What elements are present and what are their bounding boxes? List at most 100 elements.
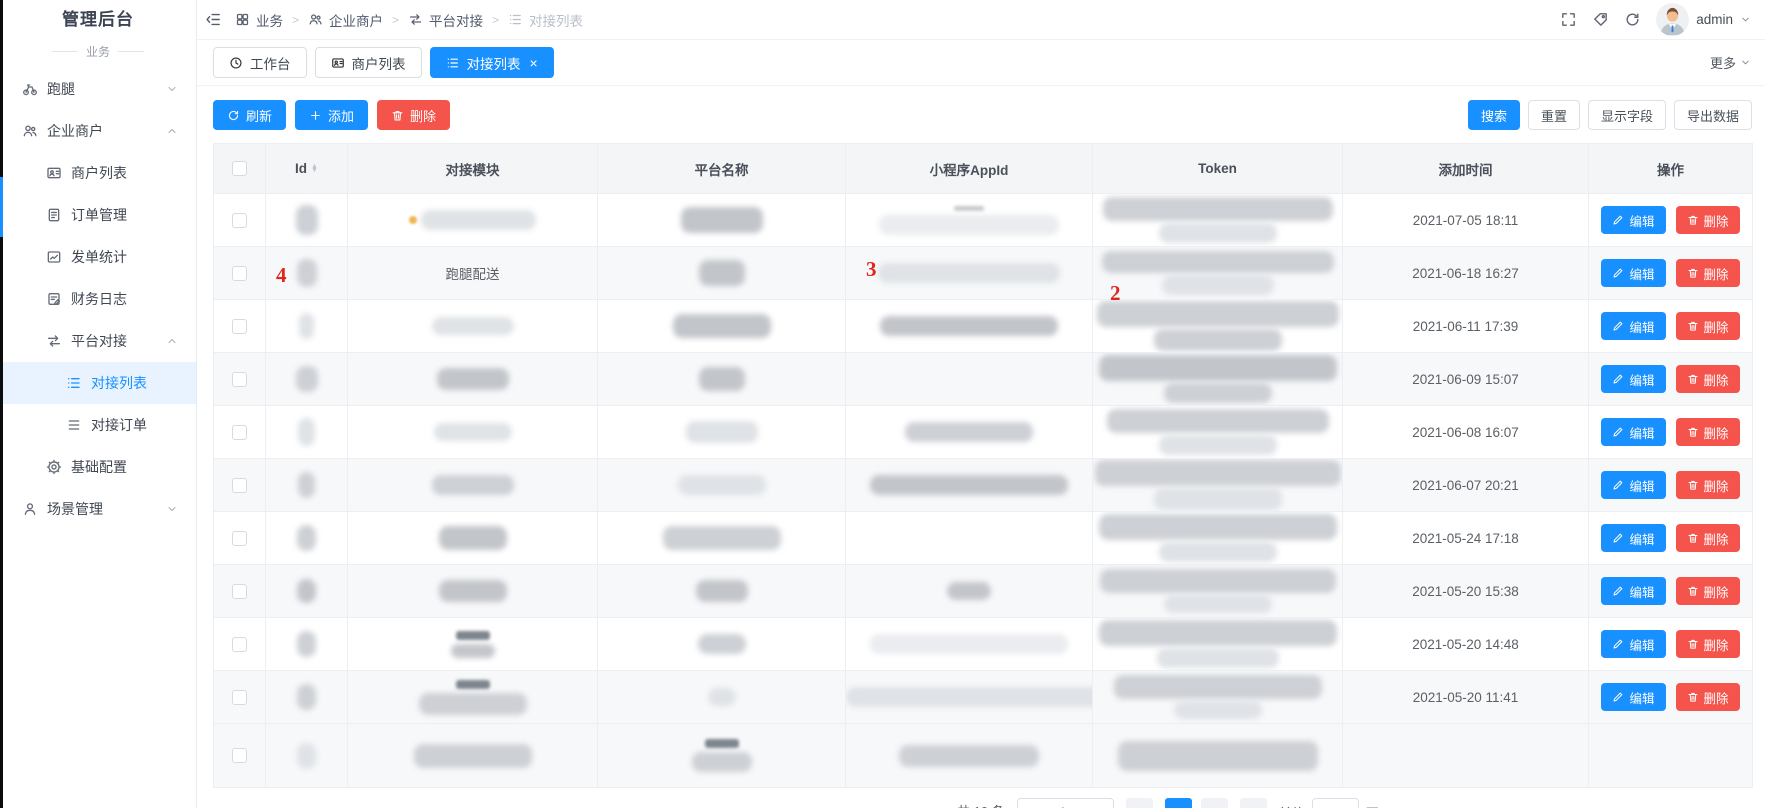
delete-button[interactable]: 删除	[377, 100, 450, 130]
row-checkbox[interactable]	[232, 531, 247, 546]
row-checkbox[interactable]	[232, 266, 247, 281]
delete-row-button[interactable]: 删除	[1676, 259, 1740, 287]
row-checkbox[interactable]	[232, 213, 247, 228]
delete-row-button[interactable]: 删除	[1676, 206, 1740, 234]
cell-platform	[598, 459, 846, 512]
edit-row-button[interactable]: 编辑	[1601, 365, 1665, 393]
cell-platform	[598, 300, 846, 353]
select-all-checkbox[interactable]	[232, 161, 247, 176]
edit-row-button[interactable]: 编辑	[1601, 418, 1665, 446]
sidebar-item-finance-log[interactable]: 财务日志	[0, 278, 196, 320]
edit-row-button[interactable]: 编辑	[1601, 524, 1665, 552]
tab-workbench[interactable]: 工作台	[213, 47, 307, 78]
edit-row-button[interactable]: 编辑	[1601, 577, 1665, 605]
row-checkbox[interactable]	[232, 637, 247, 652]
page-button-1[interactable]: 1	[1165, 798, 1192, 808]
pencil-icon	[1612, 373, 1624, 385]
edit-row-button[interactable]: 编辑	[1601, 259, 1665, 287]
sidebar-item-order-manage[interactable]: 订单管理	[0, 194, 196, 236]
sidebar-item-merchant-list[interactable]: 商户列表	[0, 152, 196, 194]
sort-icon[interactable]: ▲▼	[311, 165, 318, 173]
export-button[interactable]: 导出数据	[1674, 100, 1752, 130]
sidebar-item-platform-dock[interactable]: 平台对接	[0, 320, 196, 362]
tag-icon[interactable]	[1592, 11, 1609, 28]
edit-row-button[interactable]: 编辑	[1601, 471, 1665, 499]
button-label: 编辑	[1629, 688, 1654, 707]
button-label: 删除	[1704, 476, 1729, 495]
delete-row-button[interactable]: 删除	[1676, 683, 1740, 711]
cell-checkbox	[214, 724, 266, 788]
row-checkbox[interactable]	[232, 748, 247, 763]
jump-page-input[interactable]	[1312, 798, 1359, 808]
more-dropdown[interactable]: 更多	[1710, 53, 1751, 72]
row-checkbox[interactable]	[232, 372, 247, 387]
cell-actions: 编辑删除	[1589, 406, 1753, 459]
table-row	[214, 724, 1753, 788]
tab-merchant-list[interactable]: 商户列表	[315, 47, 422, 78]
refresh-button[interactable]: 刷新	[213, 100, 286, 130]
edit-row-button[interactable]: 编辑	[1601, 206, 1665, 234]
breadcrumb-item[interactable]: 企业商户	[308, 10, 383, 30]
row-checkbox[interactable]	[232, 425, 247, 440]
button-label: 删除	[1704, 582, 1729, 601]
row-checkbox[interactable]	[232, 690, 247, 705]
breadcrumb-item[interactable]: 业务	[235, 10, 283, 30]
sidebar: 管理后台 业务 跑腿企业商户商户列表订单管理发单统计财务日志平台对接对接列表对接…	[0, 0, 197, 808]
close-tab-icon[interactable]: ×	[530, 56, 538, 70]
button-label: 删除	[1704, 529, 1729, 548]
row-checkbox[interactable]	[232, 584, 247, 599]
edit-row-button[interactable]: 编辑	[1601, 683, 1665, 711]
row-checkbox[interactable]	[232, 478, 247, 493]
table-row: 2021-06-08 16:07编辑删除	[214, 406, 1753, 459]
search-button[interactable]: 搜索	[1468, 100, 1520, 130]
topbar-actions: admin	[1560, 3, 1751, 36]
page-size-select[interactable]: 10条/页	[1017, 798, 1114, 808]
cell-token	[1093, 512, 1343, 565]
cell-module	[348, 459, 598, 512]
fullscreen-icon[interactable]	[1560, 11, 1577, 28]
next-page-button[interactable]: ›	[1240, 798, 1267, 808]
fields-button[interactable]: 显示字段	[1588, 100, 1666, 130]
row-checkbox[interactable]	[232, 319, 247, 334]
edit-row-button[interactable]: 编辑	[1601, 630, 1665, 658]
refresh-page-icon[interactable]	[1624, 11, 1641, 28]
delete-row-button[interactable]: 删除	[1676, 524, 1740, 552]
redacted-blob	[434, 423, 512, 441]
delete-row-button[interactable]: 删除	[1676, 471, 1740, 499]
redacted-blob	[879, 215, 1059, 235]
delete-row-button[interactable]: 删除	[1676, 312, 1740, 340]
redacted-blob	[296, 205, 318, 235]
collapse-sidebar-icon[interactable]	[205, 11, 222, 28]
redacted-blob	[696, 580, 748, 602]
prev-page-button[interactable]: ‹	[1126, 798, 1153, 808]
breadcrumb-item[interactable]: 平台对接	[408, 10, 483, 30]
user-menu[interactable]: admin	[1656, 3, 1751, 36]
sidebar-item-base-config[interactable]: 基础配置	[0, 446, 196, 488]
pencil-icon	[1612, 267, 1624, 279]
column-label: Id	[295, 161, 307, 176]
delete-row-button[interactable]: 删除	[1676, 577, 1740, 605]
cell-time: 2021-05-20 15:38	[1343, 565, 1589, 618]
column-label: 平台名称	[695, 163, 749, 178]
page-button-2[interactable]: 2	[1201, 798, 1228, 808]
cell-module	[348, 512, 598, 565]
sidebar-item-dock-list[interactable]: 对接列表	[0, 362, 196, 404]
sidebar-item-dock-orders[interactable]: 对接订单	[0, 404, 196, 446]
delete-row-button[interactable]: 删除	[1676, 418, 1740, 446]
edit-row-button[interactable]: 编辑	[1601, 312, 1665, 340]
delete-row-button[interactable]: 删除	[1676, 630, 1740, 658]
sidebar-item-scene-manage[interactable]: 场景管理	[0, 488, 196, 530]
table-row: 2021-05-20 14:48编辑删除	[214, 618, 1753, 671]
reset-button[interactable]: 重置	[1528, 100, 1580, 130]
add-button[interactable]: 添加	[295, 100, 368, 130]
tab-dock-list[interactable]: 对接列表×	[430, 47, 554, 78]
dock-list-table: Id▲▼对接模块平台名称小程序AppIdToken添加时间操作 2021-07-…	[213, 143, 1753, 788]
redacted-blob	[880, 316, 1058, 336]
sidebar-item-dispatch-stats[interactable]: 发单统计	[0, 236, 196, 278]
cell-actions: 编辑 删除	[1589, 671, 1753, 724]
cell-actions: 编辑删除	[1589, 618, 1753, 671]
cell-module	[348, 565, 598, 618]
sidebar-item-merchant[interactable]: 企业商户	[0, 110, 196, 152]
delete-row-button[interactable]: 删除	[1676, 365, 1740, 393]
sidebar-item-paotui[interactable]: 跑腿	[0, 68, 196, 110]
